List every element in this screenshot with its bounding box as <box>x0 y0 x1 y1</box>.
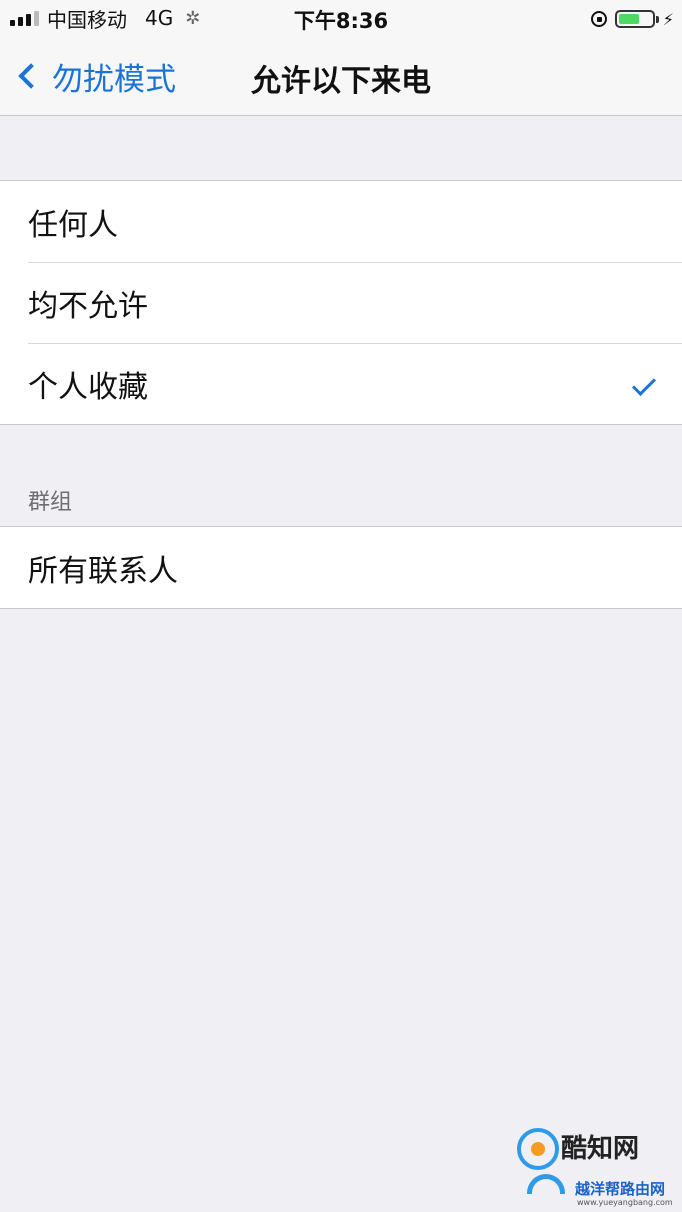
navigation-bar: 勿扰模式 允许以下来电 <box>0 38 682 116</box>
watermark-bottom-text: 越洋帮路由网 <box>575 1180 666 1198</box>
watermark: 酷知网 越洋帮路由网 www.yueyangbang.com <box>507 1122 673 1212</box>
option-label: 个人收藏 <box>28 369 148 405</box>
page-title: 允许以下来电 <box>251 64 431 99</box>
option-favorites[interactable]: 个人收藏 <box>0 343 682 424</box>
status-time: 下午8:36 <box>293 9 389 33</box>
status-bar: 中国移动 4G ✲ 下午8:36 ⚡ <box>0 0 682 38</box>
watermark-url: www.yueyangbang.com <box>577 1198 673 1207</box>
option-anyone[interactable]: 任何人 <box>0 181 682 262</box>
checkmark-icon <box>631 371 657 397</box>
group-label: 所有联系人 <box>28 553 178 589</box>
charging-icon: ⚡ <box>662 9 674 29</box>
option-label: 均不允许 <box>28 288 148 324</box>
status-right: ⚡ <box>590 7 674 31</box>
orientation-lock-icon <box>590 11 607 27</box>
battery-level <box>618 14 639 24</box>
watermark-top-text: 酷知网 <box>561 1134 640 1164</box>
option-label: 任何人 <box>28 207 118 243</box>
option-no-one[interactable]: 均不允许 <box>0 262 682 343</box>
groups-section-header: 群组 <box>28 490 73 515</box>
wifi-icon <box>527 1174 565 1194</box>
groups-list: 所有联系人 <box>0 526 682 609</box>
group-all-contacts[interactable]: 所有联系人 <box>0 527 682 608</box>
battery-icon <box>614 10 659 28</box>
allow-calls-options: 任何人 均不允许 个人收藏 <box>0 180 682 425</box>
watermark-logo-icon <box>517 1128 559 1170</box>
